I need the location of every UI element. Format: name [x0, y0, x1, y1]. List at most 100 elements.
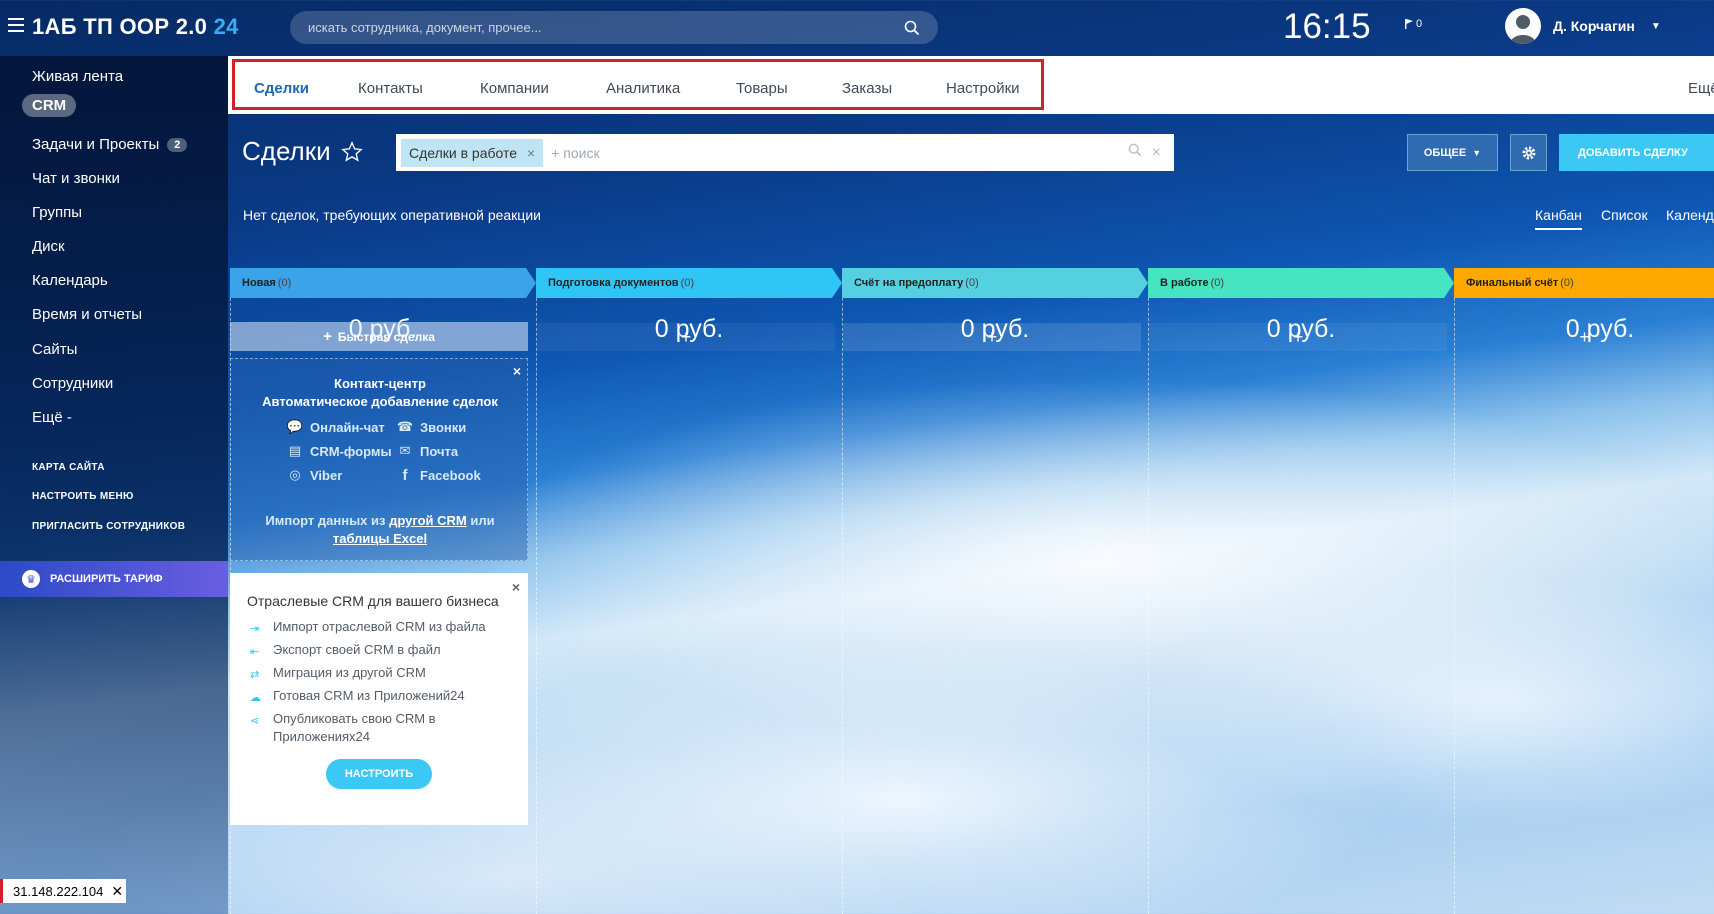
sidebar-item-label: Календарь: [32, 272, 108, 289]
sidebar-item-calendar[interactable]: Календарь: [32, 272, 108, 289]
page-title: Сделки: [242, 136, 363, 167]
sidebar-item-tasks[interactable]: Задачи и Проекты 2: [32, 136, 188, 153]
chevron-down-icon: ▼: [1472, 147, 1482, 158]
industry-item-ready[interactable]: ☁ Готовая CRM из Приложений24: [250, 687, 510, 705]
portal-logo[interactable]: 1АБ ТП ООР 2.0 24: [32, 14, 239, 40]
channel-online-chat[interactable]: 💬 Онлайн-чат: [286, 419, 385, 435]
channel-mail[interactable]: ✉ Почта: [396, 443, 459, 459]
deal-filter[interactable]: Сделки в работе × ×: [396, 134, 1174, 171]
sidebar-item-chat[interactable]: Чат и звонки: [32, 170, 120, 187]
upgrade-tariff-button[interactable]: ♛ РАСШИРИТЬ ТАРИФ: [0, 561, 228, 597]
sidebar-item-sites[interactable]: Сайты: [32, 341, 77, 358]
tab-deals[interactable]: Сделки: [254, 80, 309, 97]
sidebar-item-more[interactable]: Ещё -: [32, 409, 72, 426]
quick-deal-label: Быстрая сделка: [337, 329, 435, 344]
global-search[interactable]: [290, 11, 938, 44]
configure-menu-link[interactable]: НАСТРОИТЬ МЕНЮ: [32, 491, 134, 502]
tab-analytics[interactable]: Аналитика: [606, 80, 680, 97]
column-header[interactable]: Новая (0): [230, 268, 291, 298]
tab-settings[interactable]: Настройки: [946, 80, 1020, 97]
view-kanban[interactable]: Канбан: [1535, 207, 1582, 230]
add-deal-button[interactable]: ДОБАВИТЬ СДЕЛКУ: [1559, 134, 1714, 171]
filter-search-input[interactable]: [551, 144, 1118, 161]
user-icon: [1510, 15, 1536, 44]
close-icon[interactable]: ✕: [111, 883, 123, 900]
tab-orders[interactable]: Заказы: [842, 80, 892, 97]
tab-products[interactable]: Товары: [736, 80, 788, 97]
sitemap-link[interactable]: КАРТА САЙТА: [32, 462, 105, 473]
industry-item-export[interactable]: ⇤ Экспорт своей CRM в файл: [250, 641, 510, 659]
add-deal-column-button[interactable]: +: [1455, 323, 1714, 351]
channel-viber[interactable]: ◎ Viber: [286, 467, 342, 483]
chevron-down-icon[interactable]: ▼: [1651, 21, 1661, 32]
channel-facebook[interactable]: f Facebook: [396, 467, 481, 484]
search-icon[interactable]: [904, 20, 920, 36]
industry-item-import[interactable]: ⇥ Импорт отраслевой CRM из файла: [250, 618, 510, 636]
import-text: Импорт данных из другой CRM или таблицы …: [231, 512, 529, 548]
menu-icon[interactable]: [8, 18, 24, 32]
tab-more[interactable]: Ещё: [1688, 80, 1714, 97]
sidebar-item-groups[interactable]: Группы: [32, 204, 82, 221]
channel-calls[interactable]: ☎ Звонки: [396, 419, 466, 435]
sidebar-item-time[interactable]: Время и отчеты: [32, 306, 142, 323]
view-calendar[interactable]: Календарь: [1666, 207, 1714, 223]
channel-label: Онлайн-чат: [310, 419, 385, 435]
plus-icon: +: [323, 328, 332, 345]
close-icon[interactable]: ×: [512, 579, 520, 595]
contact-center-title-line1: Контакт-центр: [334, 376, 426, 391]
add-deal-column-button[interactable]: +: [537, 323, 835, 351]
industry-item-publish[interactable]: ⋖ Опубликовать свою CRM в Приложениях24: [250, 710, 510, 746]
crown-icon: ♛: [22, 570, 40, 588]
column-count: (0): [680, 277, 695, 289]
clear-icon[interactable]: ×: [1152, 144, 1161, 162]
column-header[interactable]: В работе (0): [1148, 268, 1224, 298]
tab-contacts[interactable]: Контакты: [358, 80, 423, 97]
contact-center-panel: × Контакт-центр Автоматическое добавлени…: [230, 358, 528, 561]
column-header[interactable]: Финальный счёт (0): [1454, 268, 1574, 298]
import-excel-link[interactable]: таблицы Excel: [333, 531, 427, 546]
channel-label: Звонки: [420, 419, 467, 435]
column-header[interactable]: Подготовка документов (0): [536, 268, 694, 298]
close-icon[interactable]: ×: [527, 145, 535, 161]
search-icon[interactable]: [1128, 143, 1142, 162]
view-list[interactable]: Список: [1601, 207, 1648, 223]
channel-label: Facebook: [420, 467, 481, 483]
top-header: 1АБ ТП ООР 2.0 24 16:15 0 Д. Корчагин ▼: [0, 0, 1714, 56]
general-label: ОБЩЕЕ: [1423, 146, 1467, 159]
filter-tag[interactable]: Сделки в работе ×: [401, 138, 544, 167]
column-title: Подготовка документов: [548, 277, 679, 289]
sidebar-item-label: Диск: [32, 238, 65, 255]
clock[interactable]: 16:15: [1283, 7, 1371, 47]
invite-employees-link[interactable]: ПРИГЛАСИТЬ СОТРУДНИКОВ: [32, 521, 185, 532]
star-icon[interactable]: [340, 140, 363, 163]
sidebar-item-feed[interactable]: Живая лента: [32, 68, 123, 85]
configure-button[interactable]: НАСТРОИТЬ: [326, 759, 432, 789]
import-text-part: или: [466, 513, 495, 528]
global-search-input[interactable]: [308, 20, 904, 35]
import-other-crm-link[interactable]: другой CRM: [389, 513, 467, 528]
industry-item-label: Импорт отраслевой CRM из файла: [273, 619, 486, 634]
column-header[interactable]: Счёт на предоплату (0): [842, 268, 979, 298]
gear-icon: [1522, 146, 1535, 159]
tab-companies[interactable]: Компании: [480, 80, 549, 97]
add-deal-column-button[interactable]: +: [843, 323, 1141, 351]
industry-item-label: Готовая CRM из Приложений24: [273, 688, 465, 703]
settings-button[interactable]: [1510, 134, 1547, 171]
industry-item-migration[interactable]: ⇄ Миграция из другой CRM: [250, 664, 510, 682]
sidebar-item-crm[interactable]: CRM: [22, 94, 77, 117]
user-menu[interactable]: Д. Корчагин ▼: [1505, 8, 1661, 44]
sidebar-item-disk[interactable]: Диск: [32, 238, 65, 255]
column-title: Счёт на предоплату: [854, 277, 964, 289]
channel-crm-forms[interactable]: ▤ CRM-формы: [286, 443, 392, 459]
avatar[interactable]: [1505, 8, 1541, 44]
kanban-column-prepay: Счёт на предоплату (0) 0 руб.: [842, 268, 1148, 914]
add-deal-column-button[interactable]: +: [1149, 323, 1447, 351]
tasks-badge: 2: [167, 137, 188, 152]
notifications[interactable]: 0: [1405, 18, 1422, 30]
user-name[interactable]: Д. Корчагин: [1553, 18, 1635, 34]
quick-deal-button[interactable]: + Быстрая сделка: [230, 322, 528, 351]
general-dropdown-button[interactable]: ОБЩЕЕ ▼: [1407, 134, 1498, 171]
sidebar-item-label: Сотрудники: [32, 375, 114, 392]
column-count: (0): [277, 277, 292, 289]
sidebar-item-employees[interactable]: Сотрудники: [32, 375, 113, 392]
